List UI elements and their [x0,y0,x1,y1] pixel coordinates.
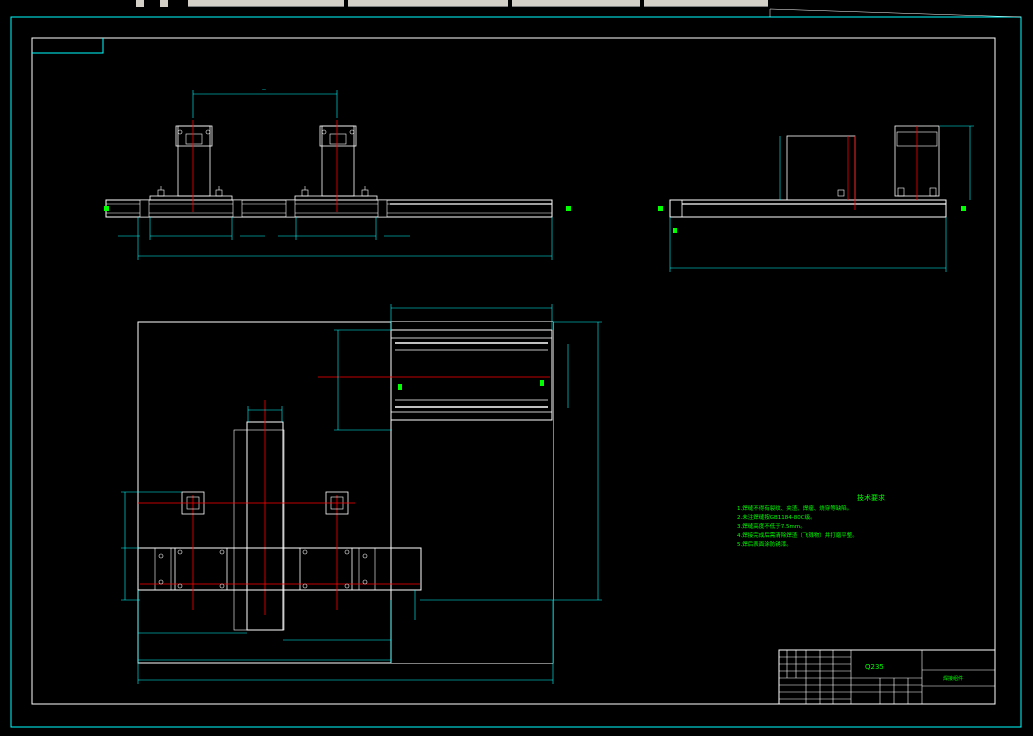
cad-drawing-canvas[interactable]: — 技术要求 1.焊缝不得有裂纹、夹渣、焊瘤、烧穿等缺陷。 2.未注焊缝按GB1… [0,0,1033,736]
technical-requirements: 技术要求 1.焊缝不得有裂纹、夹渣、焊瘤、烧穿等缺陷。 2.未注焊缝按GB118… [737,493,885,548]
tech-title: 技术要求 [857,493,885,502]
title-drawing-name: 焊接组件 [943,675,963,682]
tech-item-3: 3.焊缝高度不低于7.5mm。 [737,522,806,530]
front-view: — [104,87,571,260]
side-view [658,125,974,272]
border-corner-tag [32,38,104,54]
plan-view [121,304,602,684]
viewport-edge [769,8,1022,18]
svg-text:—: — [262,87,266,92]
status-bar [0,729,1033,736]
title-material: Q235 [865,663,884,671]
tech-item-2: 2.未注焊缝按GB1184-80C级。 [737,513,816,521]
tech-item-1: 1.焊缝不得有裂纹、夹渣、焊瘤、烧穿等缺陷。 [737,504,852,512]
tech-item-4: 4.焊接完成后需清除焊渣（飞溅物）并打磨平整。 [737,531,858,539]
tech-item-5: 5.焊后表面涂防锈漆。 [737,540,792,548]
title-block: Q235 焊接组件 [778,649,996,705]
